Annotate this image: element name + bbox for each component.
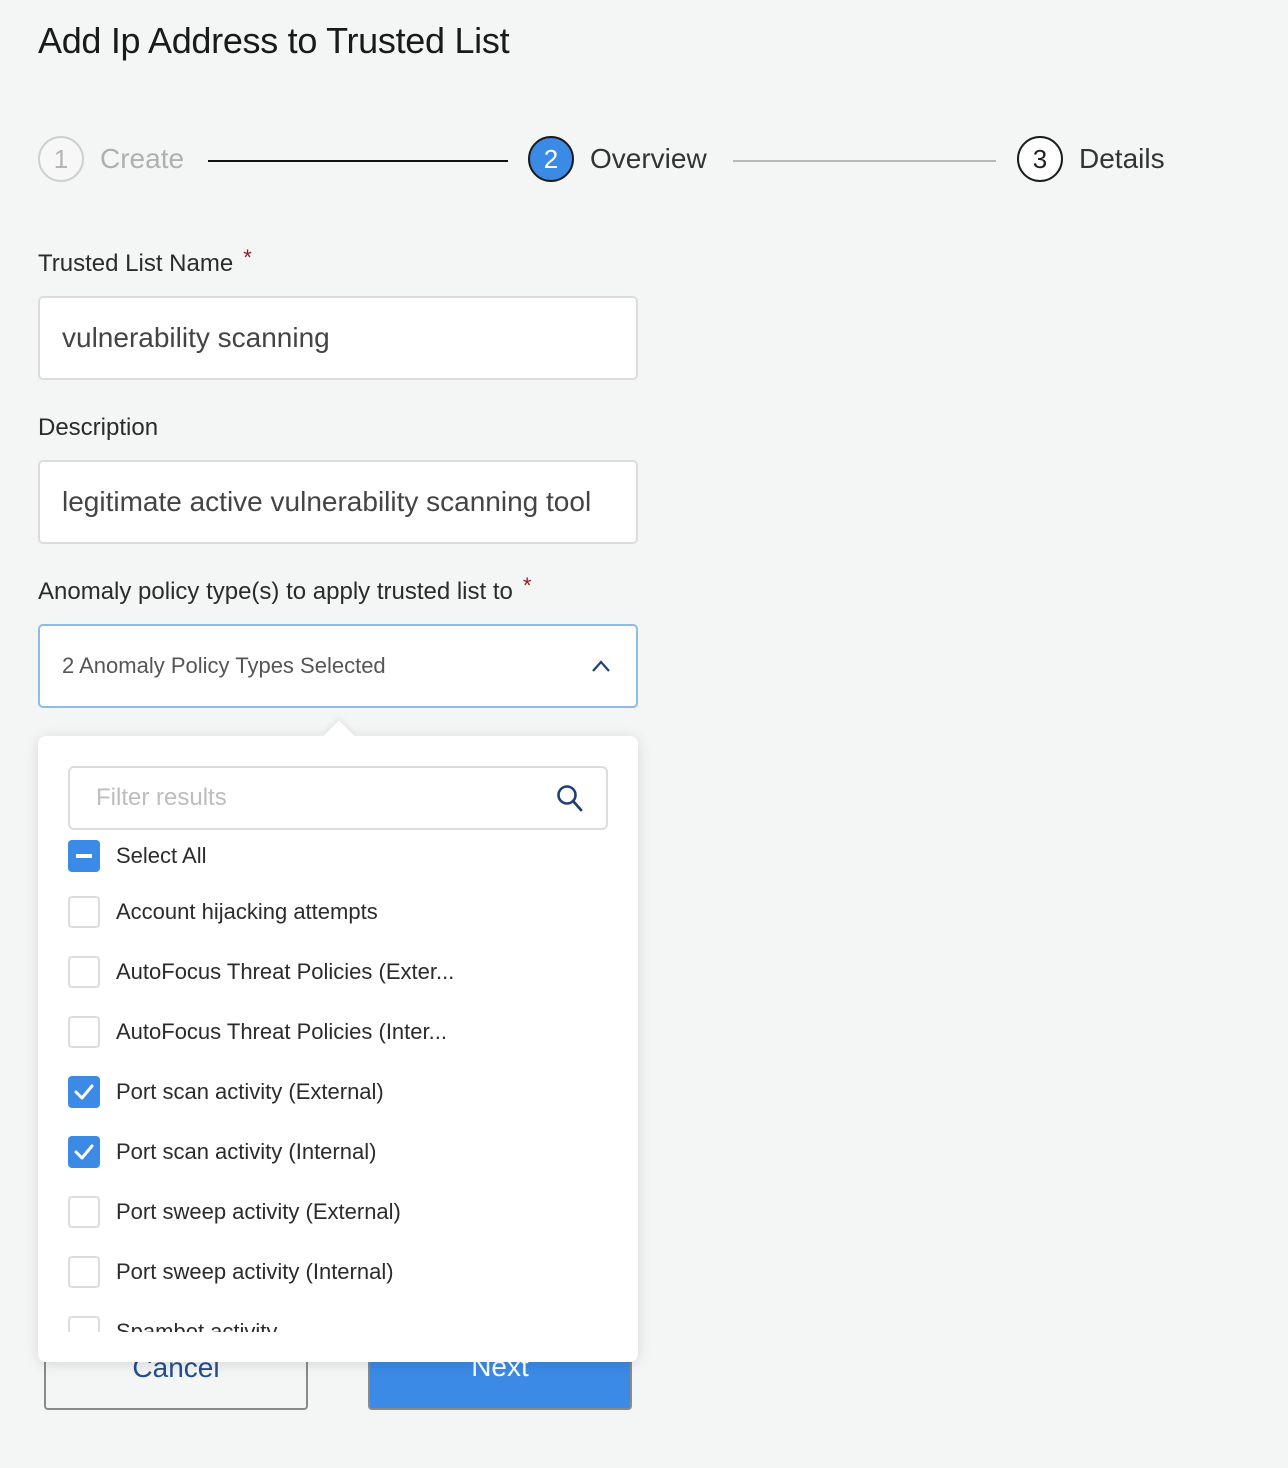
option-checkbox[interactable] (68, 1316, 100, 1332)
list-item[interactable]: Port sweep activity (External) (68, 1192, 401, 1232)
step-overview[interactable]: 2 Overview (528, 136, 707, 182)
check-icon (74, 1144, 94, 1160)
option-label: Port sweep activity (Internal) (116, 1259, 394, 1284)
options-list[interactable]: Select All Account hijacking attempts Aut… (68, 832, 608, 1332)
option-checkbox[interactable] (68, 1016, 100, 1048)
select-all-label: Select All (116, 843, 207, 868)
policy-types-dropdown: Select All Account hijacking attempts Aut… (38, 720, 638, 1362)
step-number-1: 1 (38, 136, 84, 182)
description-label: Description (38, 414, 159, 441)
option-checkbox[interactable] (68, 896, 100, 928)
option-label: Port scan activity (External) (116, 1079, 384, 1104)
check-icon (74, 1084, 94, 1100)
option-checkbox[interactable] (68, 1196, 100, 1228)
policy-types-label: Anomaly policy type(s) to apply trusted … (38, 573, 531, 606)
filter-input[interactable] (94, 783, 518, 813)
list-item[interactable]: AutoFocus Threat Policies (Exter... (68, 952, 454, 992)
step-number-3: 3 (1017, 136, 1063, 182)
option-label: Spambot activity (116, 1319, 278, 1332)
filter-field[interactable] (68, 766, 608, 830)
step-create[interactable]: 1 Create (38, 136, 184, 182)
chevron-up-icon[interactable] (590, 658, 612, 674)
option-label: AutoFocus Threat Policies (Inter... (116, 1019, 447, 1044)
policy-types-summary: 2 Anomaly Policy Types Selected (62, 653, 386, 678)
step-connector-1 (208, 160, 508, 162)
description-input[interactable]: legitimate active vulnerability scanning… (38, 460, 638, 544)
required-asterisk: * (243, 245, 252, 270)
option-label: Port scan activity (Internal) (116, 1139, 377, 1164)
minus-icon (76, 854, 92, 858)
step-label-overview: Overview (590, 143, 707, 174)
list-item[interactable]: Port scan activity (Internal) (68, 1132, 376, 1172)
step-connector-2 (733, 160, 996, 162)
select-all-checkbox[interactable] (68, 840, 100, 872)
step-label-create: Create (100, 143, 185, 174)
option-label: Port sweep activity (External) (116, 1199, 401, 1224)
dropdown-caret (323, 720, 355, 752)
option-label: Account hijacking attempts (116, 899, 378, 924)
option-label: AutoFocus Threat Policies (Exter... (116, 959, 455, 984)
step-number-2: 2 (528, 136, 574, 182)
policy-types-label-text: Anomaly policy type(s) to apply trusted … (38, 578, 513, 605)
description-value: legitimate active vulnerability scanning… (62, 486, 592, 517)
search-icon[interactable] (556, 783, 584, 813)
option-checkbox[interactable] (68, 1076, 100, 1108)
required-asterisk: * (522, 573, 532, 598)
trusted-list-name-label: Trusted List Name * (38, 245, 252, 278)
page-title: Add Ip Address to Trusted List (38, 20, 510, 61)
list-item[interactable]: Port scan activity (External) (68, 1072, 384, 1112)
list-item[interactable]: Account hijacking attempts (68, 892, 378, 932)
step-details[interactable]: 3 Details (1017, 136, 1165, 182)
list-item[interactable]: AutoFocus Threat Policies (Inter... (68, 1012, 447, 1052)
list-item[interactable]: Port sweep activity (Internal) (68, 1252, 394, 1292)
trusted-list-name-value: vulnerability scanning (62, 322, 330, 353)
list-item[interactable]: Spambot activity (68, 1312, 277, 1332)
policy-types-select[interactable]: 2 Anomaly Policy Types Selected (38, 624, 638, 708)
step-label-details: Details (1079, 143, 1165, 174)
select-all-option[interactable]: Select All (68, 836, 207, 876)
trusted-list-name-input[interactable]: vulnerability scanning (38, 296, 638, 380)
option-checkbox[interactable] (68, 956, 100, 988)
option-checkbox[interactable] (68, 1136, 100, 1168)
option-checkbox[interactable] (68, 1256, 100, 1288)
trusted-list-name-label-text: Trusted List Name (38, 250, 234, 277)
